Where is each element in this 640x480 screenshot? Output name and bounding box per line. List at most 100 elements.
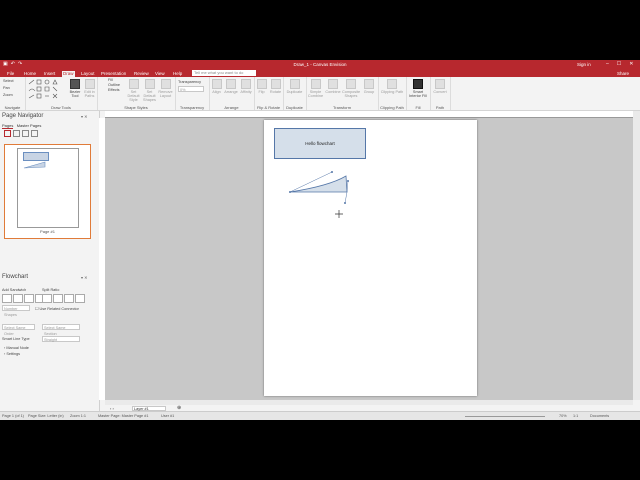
remove-layout-button[interactable]: Remove Layout (158, 79, 173, 98)
select-same-order-button[interactable]: Select Same Order (2, 324, 35, 336)
flowchart-shape-text: Hello flowchart (305, 141, 335, 146)
group-label: Flip & Rotate (256, 105, 281, 110)
sandwich-right-button[interactable] (24, 294, 34, 303)
tree-item-settings[interactable]: › Settings (4, 352, 20, 356)
navigator-toolbar (4, 130, 38, 137)
bezier-shape[interactable] (284, 170, 384, 220)
split-ratio-option-1[interactable] (42, 294, 52, 303)
zoom-slider[interactable] (465, 416, 545, 417)
tell-me-input[interactable]: Tell me what you want to do (192, 70, 256, 76)
fill-button[interactable]: Fill (108, 78, 113, 82)
vertical-scrollbar[interactable] (633, 111, 640, 400)
split-ratio-option-3[interactable] (64, 294, 74, 303)
number-shapes-button[interactable]: Number Shapes (2, 305, 30, 317)
sandwich-left-button[interactable] (2, 294, 12, 303)
share-button[interactable]: Share (617, 71, 629, 76)
group-arrange: Align Arrange Affinity Arrange (209, 77, 255, 110)
transparency-input[interactable]: 0% (178, 86, 204, 92)
select-same-section-button[interactable]: Select Same Section (42, 324, 80, 336)
group-label: Arrange (224, 105, 239, 110)
add-sandwich-label: Add Sandwich (2, 288, 27, 292)
select-tool[interactable]: Select (3, 79, 14, 83)
duplicate-button[interactable]: Duplicate (285, 79, 304, 94)
tree-item-label: Manual Node (6, 346, 29, 350)
tab-master-pages[interactable]: Master Pages (17, 123, 42, 128)
split-ratio-option-2[interactable] (53, 294, 63, 303)
smart-interior-fill-button[interactable]: Smart Interior Fill (407, 79, 429, 98)
close-button[interactable]: ✕ (629, 61, 633, 67)
tree-item-manual-node[interactable]: › Manual Node (4, 346, 29, 350)
panel-controls[interactable]: ▾ ✕ (81, 114, 87, 119)
group-button[interactable]: Group (361, 79, 377, 94)
composite-shapes-button[interactable]: Composite Shapes (342, 79, 360, 98)
flowchart-shape[interactable]: Hello flowchart (274, 128, 366, 159)
duplicate-page-icon[interactable] (13, 130, 20, 137)
smart-line-type-label: Smart Line Type (2, 337, 30, 341)
group-shape-styles: Fill Outline Effects Set Default Style S… (97, 77, 176, 110)
group-label: Path (435, 105, 445, 110)
bezier-tool-button[interactable]: Bezier Tool (68, 79, 82, 98)
group-duplicate: Duplicate Duplicate (283, 77, 307, 110)
document-page[interactable]: Hello flowchart (264, 120, 477, 396)
group-label: Fill (415, 105, 421, 110)
title-bar: ▣ ↶ ↷ Draw_1 - Canvas Envision Sign in –… (0, 60, 640, 69)
tab-pages[interactable]: Pages (2, 123, 14, 129)
group-flip-rotate: Flip Rotate Flip & Rotate (254, 77, 284, 110)
split-ratio-option-4[interactable] (75, 294, 85, 303)
maximize-button[interactable]: ☐ (617, 61, 621, 67)
edit-in-paths-button[interactable]: Edit in Paths (83, 79, 96, 98)
rotate-button[interactable]: Rotate (269, 79, 282, 94)
delete-page-icon[interactable] (22, 130, 29, 137)
smart-line-type-select[interactable]: Straight (42, 336, 80, 342)
simple-combine-button[interactable]: Simple Combine (307, 79, 324, 98)
sandwich-center-button[interactable] (13, 294, 23, 303)
thumbnail-page (17, 148, 79, 228)
group-path: Convert Path (430, 77, 451, 110)
minimize-button[interactable]: – (606, 61, 609, 67)
use-related-connector-checkbox[interactable]: ☐ Use Related Connector (35, 306, 79, 311)
split-ratio-buttons (42, 294, 85, 303)
window-title: Draw_1 - Canvas Envision (293, 62, 347, 67)
group-label: Duplicate (286, 105, 303, 110)
status-bar: Page 1 (of 1) Page Size: Letter (in) Zoo… (0, 411, 640, 420)
set-default-style-button[interactable]: Set Default Style (126, 79, 141, 102)
add-page-icon[interactable] (4, 130, 11, 137)
page-navigator-title: Page Navigator (2, 113, 44, 119)
status-user: User #1 (161, 414, 175, 418)
clipping-path-button[interactable]: Clipping Path (380, 79, 404, 94)
window-controls: – ☐ ✕ (606, 61, 633, 67)
group-draw-tools: Bezier Tool Edit in Paths Draw Tools (25, 77, 98, 110)
sign-in-link[interactable]: Sign in (577, 62, 591, 67)
set-default-shapes-button[interactable]: Set Default Shapes (142, 79, 157, 102)
align-button[interactable]: Align (210, 79, 223, 94)
tree-item-label: Settings (6, 352, 21, 356)
crosshair-cursor-icon (335, 210, 343, 218)
panel-controls[interactable]: ▾ ✕ (81, 275, 87, 280)
page-settings-icon[interactable] (31, 130, 38, 137)
zoom-tool[interactable]: Zoom (3, 93, 13, 97)
shape-tools-grid[interactable] (28, 79, 68, 101)
group-transform: Simple Combine Combine Composite Shapes … (306, 77, 379, 110)
documents-dropdown[interactable]: Documents (590, 414, 609, 418)
application-window: ▣ ↶ ↷ Draw_1 - Canvas Envision Sign in –… (0, 60, 640, 420)
group-label: Shape Styles (124, 105, 148, 110)
combine-button[interactable]: Combine (325, 79, 341, 94)
ribbon: Select Pan Zoom Navigate Bezier Tool Edi… (0, 77, 640, 111)
arrange-button[interactable]: Arrange (224, 79, 238, 94)
affinity-button[interactable]: Affinity (239, 79, 253, 94)
transparency-label: Transparency (178, 80, 202, 84)
group-label: Transform (332, 105, 352, 110)
pan-tool[interactable]: Pan (3, 86, 10, 90)
use-related-connector-label: Use Related Connector (39, 307, 79, 311)
effects-button[interactable]: Effects (108, 88, 120, 92)
flip-button[interactable]: Flip (255, 79, 268, 94)
flowchart-panel-title: Flowchart (2, 274, 29, 280)
page-thumbnail[interactable]: Page #1 (4, 144, 91, 239)
group-clipping-path: Clipping Path Clipping Path (378, 77, 407, 110)
outline-button[interactable]: Outline (108, 83, 120, 87)
convert-button[interactable]: Convert (431, 79, 449, 94)
group-transparency: Transparency 0% Transparency (175, 77, 210, 110)
status-zoom-level: Zoom 1:1 (70, 414, 87, 418)
zoom-percent: 70% (559, 414, 567, 418)
group-label: Draw Tools (51, 105, 71, 110)
